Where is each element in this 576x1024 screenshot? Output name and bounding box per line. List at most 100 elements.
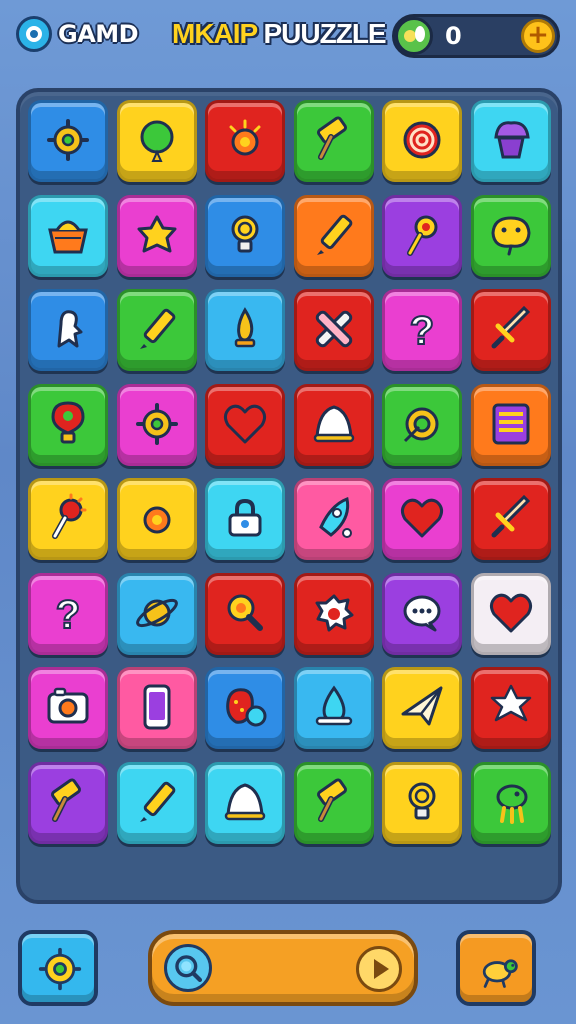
tile-r3-c3[interactable] <box>205 289 285 371</box>
tile-r8-c2[interactable] <box>116 761 197 844</box>
sun-icon <box>141 497 172 534</box>
spiral-icon <box>403 121 441 159</box>
tile-r6-c5[interactable] <box>382 572 462 655</box>
play-bar[interactable] <box>148 930 418 1006</box>
tile-r4-c2[interactable] <box>116 383 197 466</box>
tile-r8-c6[interactable] <box>470 761 551 844</box>
tile-r5-c2[interactable] <box>116 478 197 560</box>
settings-button[interactable] <box>18 930 98 1006</box>
tile-r7-c4[interactable] <box>293 667 374 749</box>
tile-r1-c6[interactable] <box>470 100 551 182</box>
tile-r2-c5[interactable] <box>382 194 462 277</box>
svg-text:?: ? <box>56 593 80 637</box>
camera-icon <box>47 687 89 724</box>
hammer-icon <box>316 777 347 822</box>
tile-r4-c4[interactable] <box>293 383 374 466</box>
drop-icon <box>315 685 352 726</box>
brand-logo-icon <box>16 16 52 52</box>
torch-icon <box>52 493 87 539</box>
search-icon <box>175 955 203 983</box>
svg-text:?: ? <box>410 309 434 353</box>
tile-r4-c6[interactable] <box>470 383 551 466</box>
heart-icon <box>400 498 444 538</box>
dino-icon <box>496 784 527 824</box>
tile-r6-c6[interactable] <box>470 572 551 655</box>
tile-r3-c2[interactable] <box>116 289 197 371</box>
tile-r4-c1[interactable] <box>28 383 108 466</box>
tile-r8-c3[interactable] <box>205 761 285 844</box>
bell-icon <box>313 404 354 442</box>
sword-icon <box>491 305 530 349</box>
gear-icon <box>47 119 89 161</box>
tile-r1-c2[interactable] <box>116 100 197 182</box>
tile-r7-c1[interactable] <box>28 667 108 749</box>
title-word-1: MKAIP <box>172 18 258 49</box>
tile-r7-c5[interactable] <box>382 667 462 749</box>
tile-r2-c2[interactable] <box>116 194 197 277</box>
tile-r5-c3[interactable] <box>205 478 285 560</box>
lightbulb-icon <box>231 215 259 252</box>
tile-r1-c4[interactable] <box>293 100 374 182</box>
lightbulb-icon <box>408 782 436 819</box>
tile-r4-c5[interactable] <box>382 383 462 466</box>
bulb-key-icon <box>407 215 438 256</box>
splat-icon <box>315 594 353 631</box>
star-icon <box>490 684 531 722</box>
brand-name: GAMD <box>58 20 139 48</box>
tile-r1-c3[interactable] <box>205 100 285 182</box>
tile-r6-c3[interactable] <box>205 572 285 655</box>
pencil-icon <box>316 214 352 255</box>
score-avatar-icon <box>395 17 433 55</box>
hammer-icon <box>51 777 81 822</box>
tile-r2-c4[interactable] <box>293 194 374 277</box>
tile-r1-c1[interactable] <box>28 100 108 182</box>
play-button[interactable] <box>356 946 402 992</box>
search-button[interactable] <box>164 944 212 992</box>
tile-r6-c2[interactable] <box>116 572 197 655</box>
tile-r2-c1[interactable] <box>28 194 108 277</box>
tile-r5-c6[interactable] <box>470 478 551 560</box>
hammer-icon <box>316 116 347 160</box>
tile-r5-c1[interactable] <box>28 478 108 560</box>
title-word-2: PUUZZLE <box>263 18 387 49</box>
paper-plane-icon <box>401 686 443 726</box>
top-bar: GAMD MKAIP PUUZZLE 0 + <box>0 0 576 80</box>
tile-r3-c1[interactable] <box>28 289 108 371</box>
ghost-icon <box>57 310 83 348</box>
tile-r2-c6[interactable] <box>470 194 551 277</box>
tile-r3-c4[interactable] <box>293 289 374 371</box>
balloon-icon <box>140 120 173 162</box>
tile-r7-c6[interactable] <box>470 667 551 749</box>
pencil-icon <box>139 781 175 822</box>
gear-icon <box>135 402 178 445</box>
tile-r8-c5[interactable] <box>382 761 462 844</box>
add-coins-button[interactable]: + <box>521 19 555 53</box>
tile-r1-c5[interactable] <box>382 100 462 182</box>
pin-bulb-icon <box>51 400 85 443</box>
question-mark-icon: ? <box>409 308 435 354</box>
tile-r4-c3[interactable] <box>205 383 285 466</box>
tile-r3-c6[interactable] <box>470 289 551 371</box>
tile-r2-c3[interactable] <box>205 194 285 277</box>
bird-icon <box>490 215 531 255</box>
tile-r5-c5[interactable] <box>382 478 462 560</box>
game-title: MKAIP PUUZZLE <box>172 18 387 50</box>
bell-icon <box>224 782 266 820</box>
score-value: 0 <box>445 22 462 50</box>
tile-r8-c4[interactable] <box>293 761 374 844</box>
tile-r5-c4[interactable] <box>293 478 374 560</box>
tile-r3-c5[interactable]: ? <box>382 289 462 371</box>
flame-icon <box>234 307 256 348</box>
pet-button[interactable] <box>456 930 536 1006</box>
score-panel: 0 + <box>392 14 560 58</box>
brand: GAMD <box>16 16 139 52</box>
tile-r6-c1[interactable]: ? <box>28 572 108 655</box>
tile-r6-c4[interactable] <box>293 572 374 655</box>
tile-r7-c2[interactable] <box>116 667 197 749</box>
strawberry-icon <box>226 688 267 727</box>
heart-icon <box>223 404 267 443</box>
star-blob-icon <box>137 215 176 252</box>
magnifier-icon <box>227 594 263 631</box>
tile-r7-c3[interactable] <box>205 667 285 749</box>
tile-r8-c1[interactable] <box>28 761 108 844</box>
